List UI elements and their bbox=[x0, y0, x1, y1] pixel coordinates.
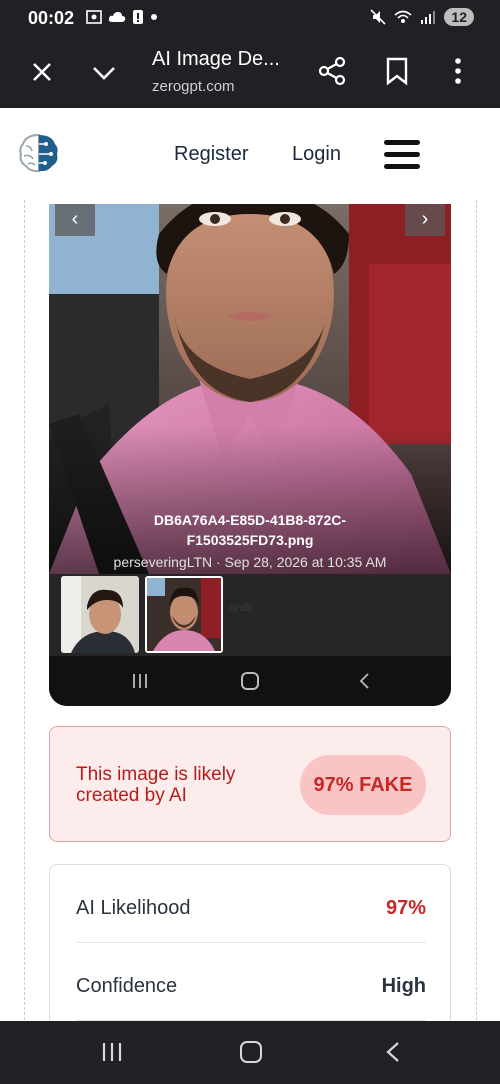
stat-value: 97% bbox=[385, 897, 426, 919]
image-viewer: ‹ › DB6A76A4-E85D-41B8-872C- F1503525FD7… bbox=[49, 204, 451, 706]
browser-url[interactable]: zerogpt.com bbox=[152, 78, 235, 95]
brain-logo-icon[interactable] bbox=[18, 132, 60, 174]
column-guide-left bbox=[24, 200, 25, 1020]
stat-row-confidence: Confidence High bbox=[76, 951, 426, 1021]
browser-page-title: AI Image De... bbox=[152, 48, 280, 70]
alert-icon bbox=[133, 10, 143, 24]
status-icons-right: 12 bbox=[370, 8, 474, 26]
status-bar: 00:02 12 bbox=[0, 0, 500, 38]
battery-badge: 12 bbox=[444, 8, 474, 26]
chevron-right-icon: › bbox=[421, 208, 429, 230]
verdict-card: This image is likely created by AI 97% F… bbox=[49, 726, 451, 842]
cloud-icon bbox=[108, 12, 126, 22]
more-vert-icon[interactable] bbox=[448, 56, 468, 86]
stat-value: High bbox=[381, 975, 426, 997]
signal-icon bbox=[421, 11, 436, 24]
close-icon[interactable] bbox=[28, 58, 56, 86]
bookmark-icon[interactable] bbox=[384, 56, 410, 86]
thumbnail-1[interactable] bbox=[61, 576, 139, 653]
prev-image-button[interactable]: ‹ bbox=[55, 204, 95, 236]
chevron-left-icon: ‹ bbox=[71, 208, 79, 230]
home-icon[interactable] bbox=[241, 672, 259, 690]
back-icon[interactable] bbox=[384, 1041, 402, 1063]
status-icons-left bbox=[86, 9, 158, 25]
next-image-button[interactable]: › bbox=[405, 204, 445, 236]
recent-apps-icon[interactable] bbox=[131, 672, 149, 690]
system-nav-bar bbox=[0, 1021, 500, 1084]
thumbnail-strip: ardk bbox=[49, 574, 451, 656]
stat-label: AI Likelihood bbox=[76, 897, 191, 919]
column-guide-right bbox=[476, 200, 477, 1020]
filename-line-1: DB6A76A4-E85D-41B8-872C- bbox=[153, 512, 347, 528]
filename-line-2: F1503525FD73.png bbox=[186, 532, 314, 548]
verdict-text: This image is likely created by AI bbox=[76, 764, 236, 806]
mute-icon bbox=[370, 9, 386, 25]
image-filename: DB6A76A4-E85D-41B8-872C- F1503525FD73.pn… bbox=[49, 510, 451, 550]
status-time: 00:02 bbox=[28, 8, 75, 28]
back-icon[interactable] bbox=[357, 672, 371, 690]
share-icon[interactable] bbox=[318, 56, 348, 86]
recent-apps-icon[interactable] bbox=[100, 1041, 124, 1063]
dot-icon bbox=[151, 14, 157, 20]
viewer-nav-bar bbox=[49, 656, 451, 706]
stat-row-ai-likelihood: AI Likelihood 97% bbox=[76, 873, 426, 943]
register-link[interactable]: Register bbox=[174, 143, 248, 166]
browser-toolbar: AI Image De... zerogpt.com bbox=[0, 38, 500, 108]
wifi-icon bbox=[394, 10, 412, 23]
site-header bbox=[0, 108, 500, 200]
image-meta: perseveringLTN · Sep 28, 2026 at 10:35 A… bbox=[113, 554, 387, 570]
verdict-badge: 97% FAKE bbox=[300, 755, 426, 815]
hamburger-menu-icon[interactable] bbox=[384, 140, 420, 172]
login-link[interactable]: Login bbox=[292, 143, 341, 166]
screenshot-icon bbox=[86, 10, 102, 24]
home-icon[interactable] bbox=[240, 1041, 262, 1063]
chevron-down-icon[interactable] bbox=[90, 58, 118, 86]
thumbnail-ghost-text: ardk bbox=[229, 600, 253, 614]
stat-label: Confidence bbox=[76, 975, 178, 997]
thumbnail-2-selected[interactable] bbox=[145, 576, 223, 653]
